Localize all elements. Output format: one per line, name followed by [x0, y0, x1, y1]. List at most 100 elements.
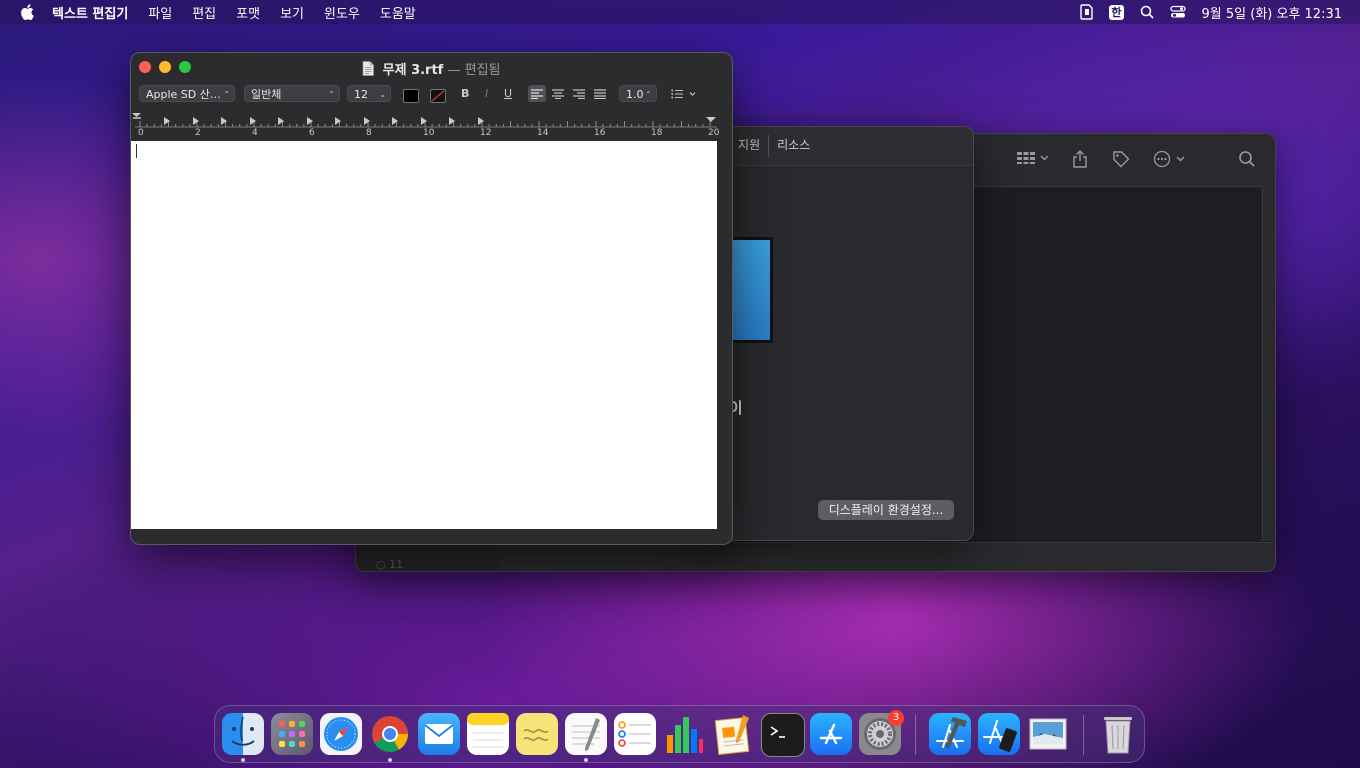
preview-icon[interactable] [1027, 713, 1069, 755]
ruler-number: 0 [138, 128, 144, 138]
textedit-window: 무제 3.rtf — 편집됨 Apple SD 산… ⌃ 일반체 ⌃ 12 ⌄ … [130, 52, 733, 545]
safari-icon[interactable] [320, 713, 362, 755]
tab-support[interactable]: 지원 [729, 135, 768, 157]
chrome-icon[interactable] [369, 713, 411, 755]
about-window-titlebar: 리 지원 리소스 [701, 127, 973, 166]
align-right-icon [573, 88, 585, 99]
list-bullets-icon [671, 89, 696, 98]
control-center-icon[interactable] [1169, 5, 1186, 19]
font-family-select[interactable]: Apple SD 산… ⌃ [139, 85, 235, 102]
list-bullets-button[interactable] [669, 85, 699, 102]
align-left-icon [531, 88, 543, 99]
background-color-well[interactable] [430, 89, 446, 103]
tab-stop-marker[interactable] [363, 117, 370, 125]
tag-icon[interactable] [1112, 150, 1130, 172]
menu-bar-status-area: 한 9월 5일 (화) 오후 12:31 [1079, 0, 1360, 24]
input-source-icon[interactable]: 한 [1109, 4, 1124, 20]
tab-stop-marker[interactable] [335, 117, 341, 125]
ruler-number: 8 [366, 128, 372, 138]
share-icon[interactable] [1072, 150, 1088, 172]
notes-icon[interactable] [467, 713, 509, 755]
pages-icon[interactable] [712, 713, 754, 755]
tab-stop-marker[interactable] [420, 117, 427, 125]
stickies-icon[interactable] [516, 713, 558, 755]
document-text-area[interactable] [131, 141, 717, 529]
tab-stop-marker[interactable] [306, 117, 313, 125]
tab-resources[interactable]: 리소스 [768, 135, 818, 157]
tab-stop-marker[interactable] [392, 117, 398, 125]
running-indicator [584, 758, 588, 762]
menu-app-name[interactable]: 텍스트 편집기 [52, 3, 128, 22]
menu-bar: 텍스트 편집기 파일 편집 포맷 보기 윈도우 도움말 한 9월 5일 (화) … [0, 0, 1360, 24]
textedit-titlebar[interactable]: 무제 3.rtf — 편집됨 [131, 53, 732, 81]
font-style-select[interactable]: 일반체 ⌃ [244, 85, 340, 102]
running-indicator [388, 758, 392, 762]
finder-icon[interactable] [222, 713, 264, 755]
align-center-button[interactable] [549, 85, 567, 102]
tab-stop-marker[interactable] [477, 117, 484, 125]
simulator-icon[interactable] [978, 713, 1020, 755]
tab-stop-marker[interactable] [249, 117, 256, 125]
xcode-icon[interactable] [929, 713, 971, 755]
ruler-number: 10 [423, 128, 435, 138]
terminal-icon[interactable] [761, 713, 805, 757]
ruler-number: 20 [708, 128, 720, 138]
system-preferences-icon[interactable]: 3 [859, 710, 904, 755]
justify-button[interactable] [591, 85, 609, 102]
bold-button[interactable]: B [461, 87, 469, 100]
underline-button[interactable]: U [504, 87, 512, 100]
textedit-app-icon[interactable] [565, 713, 607, 755]
text-color-well[interactable] [403, 89, 419, 103]
tab-stop-marker[interactable] [221, 117, 227, 125]
app-store-icon[interactable] [810, 713, 852, 755]
spotlight-search-icon[interactable] [1140, 5, 1154, 19]
line-spacing-select[interactable]: 1.0 ⌃ [619, 85, 657, 102]
tab-stop-marker[interactable] [192, 117, 199, 125]
finder-scrollbar[interactable] [1262, 186, 1275, 541]
updown-chevron-icon: ⌃ [328, 90, 335, 99]
tab-stop-marker[interactable] [449, 117, 455, 125]
menu-window[interactable]: 윈도우 [324, 3, 360, 22]
menu-view[interactable]: 보기 [280, 3, 304, 22]
window-title: 무제 3.rtf — 편집됨 [131, 59, 732, 80]
tab-stop-marker[interactable] [164, 117, 170, 125]
italic-button[interactable]: I [485, 87, 488, 100]
apple-logo-icon[interactable] [18, 3, 36, 21]
menu-bar-clock[interactable]: 9월 5일 (화) 오후 12:31 [1202, 3, 1342, 22]
mail-icon[interactable] [418, 713, 460, 755]
more-actions-icon[interactable] [1153, 150, 1187, 172]
menu-help[interactable]: 도움말 [380, 3, 416, 22]
menu-edit[interactable]: 편집 [192, 3, 216, 22]
view-options-icon[interactable] [1016, 150, 1050, 170]
search-icon[interactable] [1238, 150, 1256, 172]
ruler[interactable]: 0 2 4 6 8 10 12 14 16 18 20 [131, 111, 732, 141]
display-preferences-button[interactable]: 디스플레이 환경설정... [818, 500, 954, 520]
document-scrollbar[interactable] [717, 141, 732, 529]
menu-format[interactable]: 포맷 [236, 3, 260, 22]
align-center-icon [552, 88, 564, 99]
font-size-combo[interactable]: 12 ⌄ [347, 85, 391, 102]
numbers-icon[interactable] [663, 713, 705, 755]
running-indicator [241, 758, 245, 762]
notification-badge: 3 [888, 710, 904, 726]
ruler-number: 14 [537, 128, 549, 138]
dock-separator [1083, 715, 1084, 755]
justify-icon [594, 88, 606, 99]
document-filename: 무제 3.rtf [382, 63, 444, 78]
dock-separator [915, 715, 916, 755]
trash-icon[interactable] [1097, 713, 1139, 755]
finder-status-bar [498, 542, 1275, 571]
chevron-down-icon: ⌄ [379, 90, 386, 99]
launchpad-icon[interactable] [271, 713, 313, 755]
ruler-number: 6 [309, 128, 315, 138]
tab-stop-marker[interactable] [278, 117, 284, 125]
dock: 3 [214, 705, 1145, 763]
updown-chevron-icon: ⌃ [645, 90, 652, 99]
align-left-button[interactable] [528, 85, 546, 102]
title-separator: — [447, 63, 461, 78]
menu-file[interactable]: 파일 [148, 3, 172, 22]
align-right-button[interactable] [570, 85, 588, 102]
evernote-status-icon[interactable] [1079, 4, 1094, 20]
edited-status: 편집됨 [464, 63, 501, 78]
reminders-icon[interactable] [614, 713, 656, 755]
